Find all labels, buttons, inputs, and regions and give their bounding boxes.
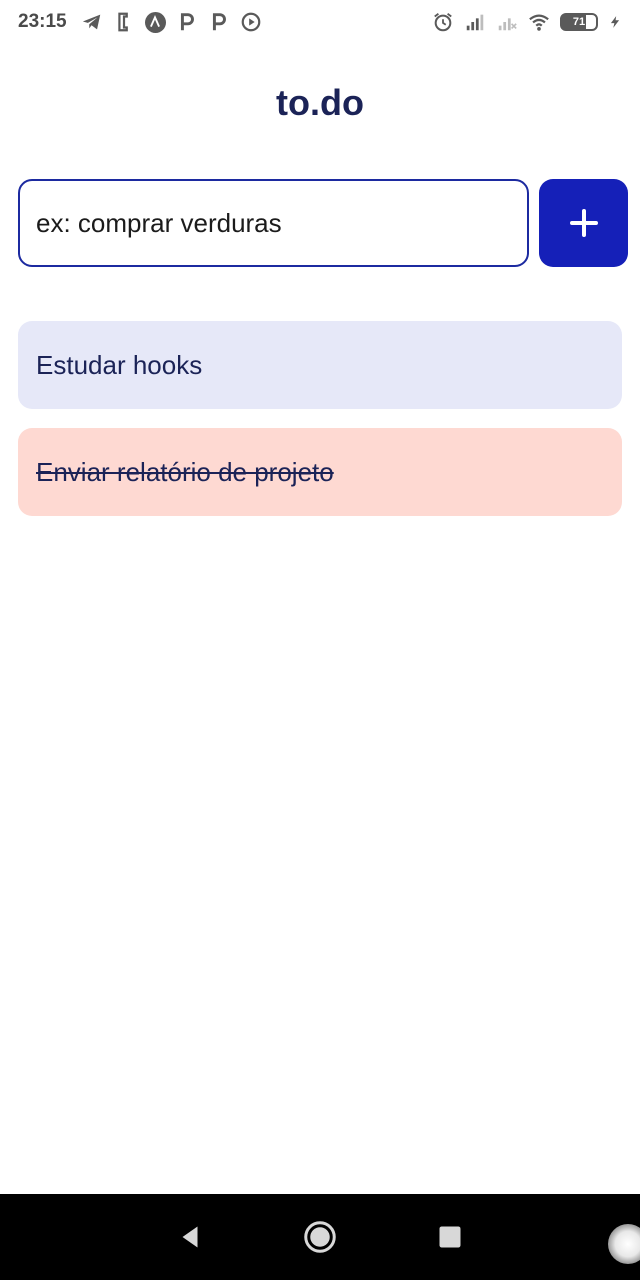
back-icon bbox=[182, 1226, 198, 1248]
add-task-button[interactable] bbox=[539, 179, 628, 267]
task-item[interactable]: Estudar hooks bbox=[18, 321, 622, 409]
assistive-touch-button[interactable] bbox=[608, 1224, 640, 1264]
battery-icon: 71 bbox=[560, 13, 598, 31]
app-a-icon bbox=[144, 11, 166, 33]
new-task-form bbox=[18, 179, 628, 267]
wifi-icon bbox=[528, 11, 550, 33]
status-right: 71 bbox=[432, 11, 622, 33]
app-p-icon bbox=[208, 11, 230, 33]
alarm-icon bbox=[432, 11, 454, 33]
task-list: Estudar hooks Enviar relatório de projet… bbox=[18, 321, 622, 535]
plus-icon bbox=[569, 209, 598, 237]
app-screen: 23:15 71 to.do ex: comprar verduras Estu… bbox=[0, 0, 640, 1280]
telegram-icon bbox=[81, 11, 103, 33]
recents-button[interactable] bbox=[430, 1217, 470, 1257]
task-item-completed[interactable]: Enviar relatório de projeto bbox=[18, 428, 622, 516]
status-bar: 23:15 71 bbox=[0, 0, 640, 44]
signal-off-icon bbox=[496, 11, 518, 33]
navigation-bar bbox=[0, 1194, 640, 1280]
media-icon bbox=[240, 11, 262, 33]
status-time: 23:15 bbox=[18, 11, 67, 32]
task-text: Enviar relatório de projeto bbox=[36, 456, 334, 487]
signal-icon bbox=[464, 11, 486, 33]
app-p-icon bbox=[176, 11, 198, 33]
recents-icon bbox=[439, 1226, 461, 1248]
status-left: 23:15 bbox=[18, 11, 262, 33]
notification-icon bbox=[113, 11, 135, 33]
new-task-input[interactable] bbox=[18, 179, 529, 267]
task-text: Estudar hooks bbox=[36, 349, 203, 380]
home-icon bbox=[304, 1221, 336, 1253]
charging-icon bbox=[608, 11, 622, 33]
home-button[interactable] bbox=[300, 1217, 340, 1257]
battery-level: 71 bbox=[572, 16, 586, 28]
app-title: to.do bbox=[276, 82, 364, 123]
back-button[interactable] bbox=[170, 1217, 210, 1257]
